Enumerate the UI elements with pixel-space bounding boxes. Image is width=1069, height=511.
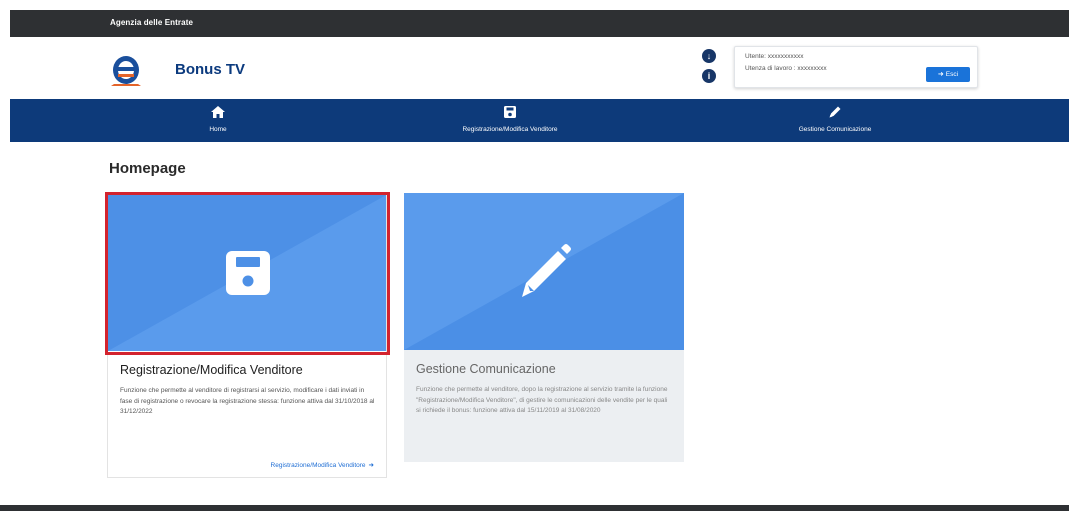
save-icon bbox=[226, 251, 270, 295]
agency-name: Agenzia delle Entrate bbox=[110, 18, 194, 27]
user-label: Utente: xxxxxxxxxxx bbox=[745, 53, 804, 60]
card-description: Funzione che permette al venditore, dopo… bbox=[416, 386, 668, 415]
sign-out-icon: ➜ bbox=[937, 71, 944, 78]
footer-bar bbox=[0, 505, 1069, 511]
app-header: Bonus TV ↓ i Utente: xxxxxxxxxxx Utenza … bbox=[10, 37, 1069, 99]
exit-button[interactable]: ➜ Esci bbox=[926, 67, 970, 82]
card-registrazione[interactable]: Registrazione/Modifica Venditore Funzion… bbox=[107, 193, 387, 478]
pencil-icon bbox=[829, 106, 841, 118]
card-description: Funzione che permette al venditore di re… bbox=[120, 387, 375, 416]
main-nav: Home Registrazione/Modifica Venditore Ge… bbox=[10, 99, 1069, 142]
nav-item-home[interactable]: Home bbox=[188, 104, 248, 133]
info-icon[interactable]: i bbox=[702, 69, 716, 83]
nav-item-registrazione[interactable]: Registrazione/Modifica Venditore bbox=[425, 104, 595, 133]
nav-item-label: Gestione Comunicazione bbox=[798, 126, 872, 133]
home-icon bbox=[211, 106, 225, 118]
save-icon bbox=[504, 106, 516, 118]
card-title: Registrazione/Modifica Venditore bbox=[120, 363, 303, 377]
card-title: Gestione Comunicazione bbox=[416, 362, 556, 376]
pencil-icon bbox=[522, 244, 571, 297]
exit-button-label: Esci bbox=[945, 71, 959, 78]
app-title: Bonus TV bbox=[175, 61, 245, 78]
card-link-label: Registrazione/Modifica Venditore bbox=[270, 462, 366, 469]
user-info-box: Utente: xxxxxxxxxxx Utenza di lavoro : x… bbox=[734, 46, 978, 88]
card-image[interactable] bbox=[108, 194, 386, 351]
arrow-right-icon: ➜ bbox=[368, 462, 374, 469]
agency-logo-icon[interactable] bbox=[108, 52, 144, 88]
agency-topbar: Agenzia delle Entrate bbox=[10, 10, 1069, 37]
card-image[interactable] bbox=[404, 193, 684, 350]
nav-item-label: Registrazione/Modifica Venditore bbox=[462, 126, 558, 133]
page-title: Homepage bbox=[109, 160, 186, 177]
card-gestione[interactable]: Gestione Comunicazione Funzione che perm… bbox=[404, 193, 684, 462]
nav-item-label: Home bbox=[209, 126, 227, 133]
nav-item-gestione[interactable]: Gestione Comunicazione bbox=[770, 104, 900, 133]
download-icon[interactable]: ↓ bbox=[702, 49, 716, 63]
card-link-registrazione[interactable]: Registrazione/Modifica Venditore ➜ bbox=[271, 461, 374, 469]
workspace-user-label: Utenza di lavoro : xxxxxxxxx bbox=[745, 65, 827, 72]
